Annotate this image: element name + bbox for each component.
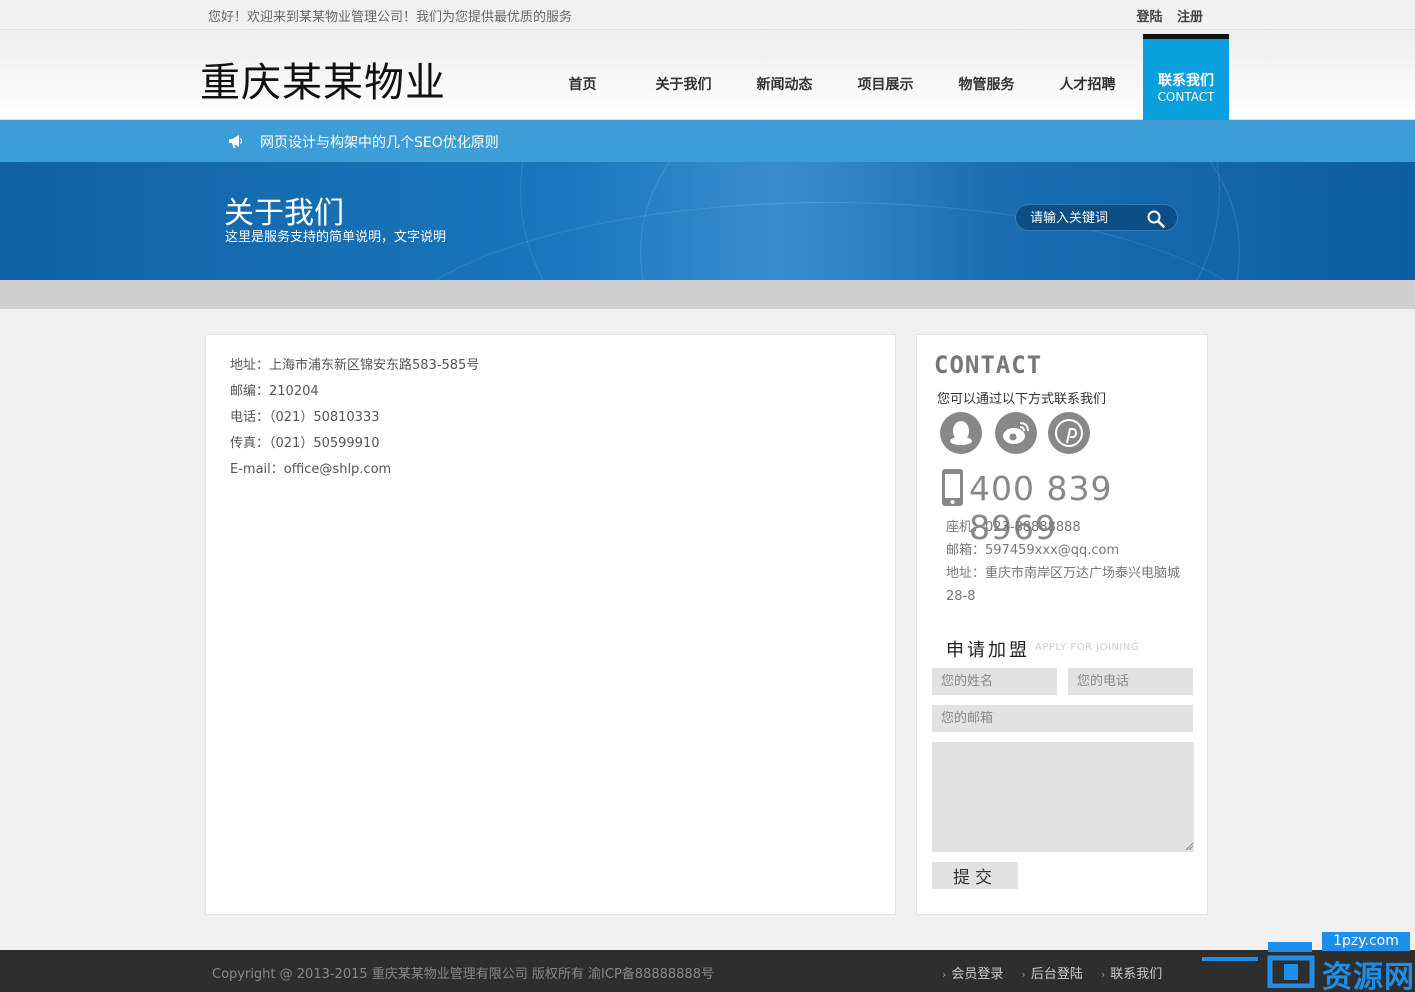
qq-icon[interactable] [940,412,982,454]
page-subtitle: 这里是服务支持的简单说明，文字说明 [225,230,447,245]
search-input[interactable] [1030,209,1140,227]
address-line: 地址：上海市浦东新区锦安东路583-585号 [230,358,480,373]
submit-button[interactable]: 提交 [932,862,1018,889]
nav-item-about[interactable]: 关于我们 [633,30,734,120]
phone-field[interactable] [1068,668,1193,695]
footer-link-admin-login[interactable]: 后台登陆 [1021,963,1083,982]
banner-divider [0,280,1415,309]
notice-bar: 网页设计与构架中的几个SEO优化原则 [0,120,1415,162]
page-banner: 关于我们 这里是服务支持的简单说明，文字说明 [0,162,1415,280]
footer-link-contact[interactable]: 联系我们 [1101,963,1162,982]
megaphone-icon [229,135,243,148]
sidebar-title: CONTACT [934,351,1043,379]
nav-item-services[interactable]: 物管服务 [936,30,1037,120]
contact-content: 地址：上海市浦东新区锦安东路583-585号 邮编：210204 电话：（021… [205,334,896,915]
sidebar-email-text: 邮箱：597459xxx@qq.com [946,543,1120,558]
nav-item-contact[interactable]: 联系我们 CONTACT [1143,34,1229,120]
nav-item-news[interactable]: 新闻动态 [734,30,835,120]
register-link[interactable]: 注册 [1177,10,1203,25]
phone-line: 电话：（021）50810333 [230,410,380,425]
welcome-text: 您好！欢迎来到某某物业管理公司！我们为您提供最优质的服务 [208,10,573,25]
landline-text: 座机：023-88888888 [946,520,1081,535]
message-textarea[interactable] [932,742,1194,852]
nav-contact-label: 联系我们 [1158,73,1214,89]
auth-links: 登陆 注册 [1126,6,1203,25]
postcode-line: 邮编：210204 [230,384,319,399]
site-logo[interactable]: 重庆某某物业 [200,50,446,108]
footer-link-member-login[interactable]: 会员登录 [942,963,1003,982]
watermark-bar [1202,957,1258,961]
copyright-text: Copyright @ 2013-2015 重庆某某物业管理有限公司 版权所有 … [212,967,714,982]
join-subtitle: APPLY FOR JOINING [1035,642,1140,653]
watermark: 1pzy.com 资源网 [1200,930,1415,992]
watermark-domain: 1pzy.com [1322,932,1410,951]
email-field[interactable] [932,705,1193,732]
site-header: 重庆某某物业 首页 关于我们 新闻动态 项目展示 物管服务 人才招聘 联系我们 … [0,30,1415,120]
search-box [1015,204,1178,231]
search-icon[interactable] [1146,209,1166,229]
mobile-phone-icon [942,469,963,506]
email-line: E-mail：office@shlp.com [230,462,392,477]
fax-line: 传真：（021）50599910 [230,436,380,451]
watermark-logo-icon [1267,942,1315,988]
nav-item-projects[interactable]: 项目展示 [835,30,936,120]
main-nav: 首页 关于我们 新闻动态 项目展示 物管服务 人才招聘 联系我们 CONTACT [532,30,1229,120]
contact-sidebar: CONTACT 您可以通过以下方式联系我们 400 839 8969 座机：02… [916,334,1208,915]
watermark-text: 资源网 [1322,960,1415,992]
resize-handle-icon[interactable] [1185,842,1193,850]
sidebar-address-text: 地址：重庆市南岸区万达广场泰兴电脑城28-8 [946,566,1181,604]
notice-text[interactable]: 网页设计与构架中的几个SEO优化原则 [260,132,499,152]
sidebar-subtitle: 您可以通过以下方式联系我们 [937,392,1107,407]
top-bar: 您好！欢迎来到某某物业管理公司！我们为您提供最优质的服务 登陆 注册 [0,0,1415,30]
nav-contact-sub: CONTACT [1157,90,1215,104]
footer-links: 会员登录 后台登陆 联系我们 [942,963,1180,982]
join-title: 申请加盟 [946,640,1030,661]
weibo-icon[interactable] [995,412,1037,454]
login-link[interactable]: 登陆 [1136,10,1162,25]
nav-item-home[interactable]: 首页 [532,30,633,120]
name-field[interactable] [932,668,1057,695]
nav-item-careers[interactable]: 人才招聘 [1037,30,1138,120]
pinterest-icon[interactable] [1048,412,1090,454]
